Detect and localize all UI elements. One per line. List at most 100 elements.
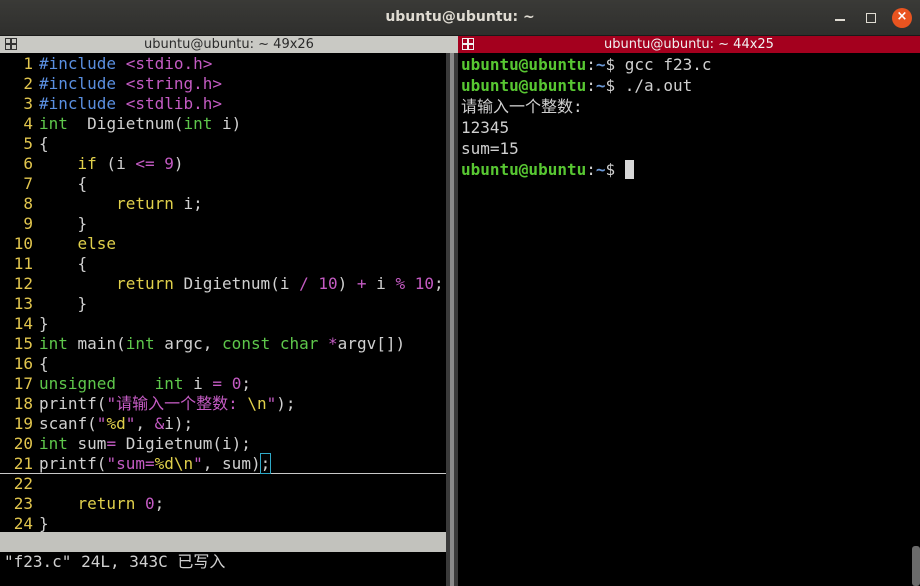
output-line: 请输入一个整数: [461, 97, 583, 116]
code-token: + [356, 274, 367, 293]
code-token: ) [173, 154, 184, 173]
code-token: = [106, 434, 117, 453]
code-token: scanf( [39, 414, 97, 433]
code-line[interactable]: 1 #include <stdio.h> [0, 54, 446, 74]
code-token: #include [39, 94, 117, 113]
code-line[interactable]: 14} [0, 314, 446, 334]
left-pane-header[interactable]: ubuntu@ubuntu: ~ 49x26 [0, 36, 458, 53]
code-token: int [125, 334, 155, 353]
prompt-symbol: $ [605, 55, 625, 74]
code-line[interactable]: 5{ [0, 134, 446, 154]
code-token: } [39, 314, 49, 333]
code-token: { [39, 134, 49, 153]
code-line[interactable]: 24} [0, 514, 446, 534]
minimize-button[interactable] [833, 10, 849, 26]
code-token: 10 [414, 274, 434, 293]
code-token: ; [241, 374, 251, 393]
code-line[interactable]: 13 } [0, 294, 446, 314]
line-number: 20 [13, 434, 33, 453]
code-line[interactable]: 3 #include <stdlib.h> [0, 94, 446, 114]
output-line: 12345 [461, 118, 510, 137]
code-line[interactable]: 20 int sum= Digietnum(i); [0, 434, 446, 454]
prompt-path: ~ [595, 160, 606, 179]
split-pane-icon[interactable] [462, 38, 474, 50]
code-token: #include [39, 54, 117, 73]
split-pane-icon[interactable] [5, 38, 17, 50]
code-line[interactable]: 15 int main(int argc, const char *argv[]) [0, 334, 446, 354]
code-text: #include <stdio.h> [39, 54, 212, 74]
line-number: 1 [23, 54, 33, 73]
code-line[interactable]: 2 #include <string.h> [0, 74, 446, 94]
prompt-separator: : [586, 76, 596, 95]
code-text: } [39, 514, 49, 534]
line-number: 4 [23, 114, 33, 133]
code-line[interactable]: 4 int Digietnum(int i) [0, 114, 446, 134]
vim-message-line: "f23.c" 24L, 343C 已写入 [4, 552, 226, 571]
code-line[interactable]: 16 { [0, 354, 446, 374]
code-token: argc, [154, 334, 223, 353]
prompt-user: ubuntu@ubuntu [461, 160, 587, 179]
code-token: , sum) [202, 454, 261, 473]
code-text: int sum= Digietnum(i); [39, 434, 251, 454]
code-token: 10 [318, 274, 338, 293]
code-line[interactable]: 17 unsigned int i = 0; [0, 374, 446, 394]
code-line[interactable]: 9 } [0, 214, 446, 234]
code-token: %d\n [154, 454, 194, 473]
prompt-line: ubuntu@ubuntu:~$ [461, 159, 634, 180]
terminal-scrollbar[interactable] [912, 546, 920, 586]
code-line[interactable]: 11 { [0, 254, 446, 274]
prompt-path: ~ [595, 76, 606, 95]
code-line[interactable]: 8 return i; [0, 194, 446, 214]
code-token: , [135, 414, 155, 433]
code-token: i [183, 374, 213, 393]
line-number: 21 [13, 454, 33, 473]
vim-editor[interactable]: 1 #include <stdio.h> 2 #include <string.h> 3… [0, 53, 446, 586]
code-token: " [266, 394, 277, 413]
line-number: 5 [23, 134, 33, 153]
code-text: printf("sum=%d\n", sum); [39, 453, 272, 474]
code-token: " [96, 414, 107, 433]
code-text: unsigned int i = 0; [39, 374, 251, 394]
code-token: if [77, 154, 97, 173]
code-line[interactable]: 10 else [0, 234, 446, 254]
code-token: main( [67, 334, 126, 353]
code-line[interactable]: 12 return Digietnum(i / 10) + i % 10; [0, 274, 446, 294]
close-button[interactable]: × [892, 8, 912, 28]
code-token: const [222, 334, 271, 353]
code-token: <stdio.h> [125, 54, 213, 73]
pane-divider[interactable] [446, 53, 458, 586]
code-token: " [193, 454, 203, 473]
line-number: 9 [23, 214, 33, 233]
code-line[interactable]: 7 { [0, 174, 446, 194]
code-line[interactable]: 21 printf("sum=%d\n", sum); [0, 453, 446, 474]
line-number: 17 [13, 374, 33, 393]
prompt-line: ubuntu@ubuntu:~$ ./a.out [461, 75, 692, 96]
code-token: } [39, 294, 88, 313]
right-pane-header[interactable]: ubuntu@ubuntu: ~ 44x25 [458, 36, 920, 53]
code-token: / [299, 274, 309, 293]
code-line[interactable]: 19 scanf("%d", &i); [0, 414, 446, 434]
window-titlebar: ubuntu@ubuntu: ~ × [0, 0, 920, 36]
prompt-user: ubuntu@ubuntu [461, 55, 587, 74]
code-token: %d [106, 414, 126, 433]
code-line[interactable]: 6 if (i <= 9) [0, 154, 446, 174]
code-text: scanf("%d", &i); [39, 414, 193, 434]
code-line[interactable]: 23 return 0; [0, 494, 446, 514]
code-text: } [39, 214, 88, 234]
code-text: if (i <= 9) [39, 154, 184, 174]
vim-statusline: f23.c 21,24 全部 [0, 532, 446, 586]
code-line[interactable]: 18 printf("请输入一个整数: \n"); [0, 394, 446, 414]
command-text: ./a.out [624, 76, 693, 95]
shell-terminal[interactable]: ubuntu@ubuntu:~$ gcc f23.c ubuntu@ubuntu:… [458, 53, 920, 586]
code-text: else [39, 234, 117, 254]
code-line[interactable]: 22 [0, 474, 446, 494]
maximize-button[interactable] [864, 10, 880, 26]
code-text: #include <string.h> [39, 74, 222, 94]
